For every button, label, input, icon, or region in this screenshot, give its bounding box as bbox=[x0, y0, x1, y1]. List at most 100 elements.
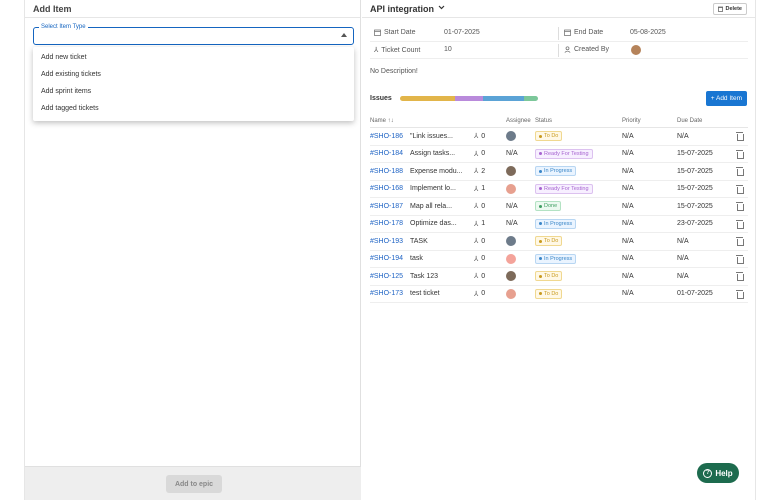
delete-row-button[interactable] bbox=[736, 286, 744, 303]
chevron-down-icon[interactable] bbox=[438, 5, 445, 12]
trash-icon bbox=[736, 219, 744, 229]
status-badge[interactable]: In Progress bbox=[535, 253, 577, 264]
status-badge[interactable]: Ready For Testing bbox=[535, 183, 593, 194]
assignee-avatar[interactable] bbox=[506, 131, 516, 142]
ticket-key-link[interactable]: #SHO-194 bbox=[370, 251, 403, 268]
table-row[interactable]: #SHO-194 task ⅄ 0 In Progress N/A N/A bbox=[370, 251, 748, 268]
assignee-avatar[interactable] bbox=[506, 288, 516, 299]
ticket-key-link[interactable]: #SHO-184 bbox=[370, 146, 403, 163]
table-row[interactable]: #SHO-125 Task 123 ⅄ 0 To Do N/A N/A bbox=[370, 268, 748, 286]
delete-button[interactable]: Delete bbox=[713, 3, 747, 15]
delete-row-button[interactable] bbox=[736, 216, 744, 233]
assignee-avatar[interactable] bbox=[506, 236, 516, 247]
ticket-key-link[interactable]: #SHO-125 bbox=[370, 268, 403, 285]
dropdown-option-new-ticket[interactable]: Add new ticket bbox=[33, 49, 354, 66]
delete-row-button[interactable] bbox=[736, 198, 744, 215]
help-icon: ? bbox=[703, 468, 713, 478]
delete-row-button[interactable] bbox=[736, 233, 744, 250]
assignee-avatar[interactable] bbox=[506, 253, 516, 264]
ticket-title[interactable]: Implement lo... bbox=[410, 181, 470, 198]
status-badge[interactable]: Ready For Testing bbox=[535, 148, 593, 159]
status-badge[interactable]: To Do bbox=[535, 271, 563, 282]
ticket-key-link[interactable]: #SHO-188 bbox=[370, 163, 403, 180]
table-row[interactable]: #SHO-173 test ticket ⅄ 0 To Do N/A 01-07… bbox=[370, 286, 748, 303]
delete-row-button[interactable] bbox=[736, 251, 744, 268]
add-to-epic-button[interactable]: Add to epic bbox=[166, 475, 222, 493]
ticket-title[interactable]: Map all rela... bbox=[410, 198, 470, 215]
ticket-key-link[interactable]: #SHO-168 bbox=[370, 181, 403, 198]
caret-up-icon[interactable] bbox=[341, 33, 347, 37]
ticket-key-link[interactable]: #SHO-178 bbox=[370, 216, 403, 233]
assignee-cell bbox=[506, 163, 516, 180]
status-cell: To Do bbox=[535, 233, 563, 250]
assignee-cell bbox=[506, 268, 516, 285]
status-cell: In Progress bbox=[535, 216, 577, 233]
delete-row-button[interactable] bbox=[736, 146, 744, 163]
assignee-cell bbox=[506, 128, 516, 145]
ticket-title[interactable]: "Link issues... bbox=[410, 128, 470, 145]
progress-segment bbox=[482, 96, 525, 101]
add-item-button[interactable]: + Add Item bbox=[705, 91, 747, 106]
priority-value: N/A bbox=[622, 237, 634, 245]
status-dot-icon bbox=[539, 239, 542, 243]
status-badge[interactable]: To Do bbox=[535, 236, 563, 247]
column-header-name[interactable]: Name ↑↓ bbox=[370, 114, 394, 127]
delete-row-button[interactable] bbox=[736, 163, 744, 180]
ticket-key-link[interactable]: #SHO-186 bbox=[370, 128, 403, 145]
dropdown-option-tagged-tickets[interactable]: Add tagged tickets bbox=[33, 100, 354, 117]
dropdown-option-existing-tickets[interactable]: Add existing tickets bbox=[33, 66, 354, 83]
assignee-value: N/A bbox=[506, 202, 518, 210]
status-label: To Do bbox=[544, 238, 559, 245]
ticket-title[interactable]: Expense modu... bbox=[410, 163, 470, 180]
assignee-avatar[interactable] bbox=[506, 166, 516, 177]
calendar-icon bbox=[374, 29, 381, 36]
panel-footer: Add to epic bbox=[25, 466, 361, 500]
status-dot-icon bbox=[539, 222, 542, 226]
ticket-key-link[interactable]: #SHO-193 bbox=[370, 233, 403, 250]
status-badge[interactable]: To Do bbox=[535, 131, 563, 142]
dropdown-option-sprint-items[interactable]: Add sprint items bbox=[33, 83, 354, 100]
ticket-title[interactable]: Assign tasks... bbox=[410, 146, 470, 163]
ticket-title[interactable]: Optimize das... bbox=[410, 216, 470, 233]
assignee-avatar[interactable] bbox=[506, 183, 516, 194]
trash-icon bbox=[736, 132, 744, 142]
help-button[interactable]: ? Help bbox=[697, 463, 739, 483]
subtask-count: ⅄ 0 bbox=[474, 146, 485, 163]
status-badge[interactable]: In Progress bbox=[535, 218, 577, 229]
ticket-key-link[interactable]: #SHO-173 bbox=[370, 286, 403, 303]
table-row[interactable]: #SHO-188 Expense modu... ⅄ 2 In Progress… bbox=[370, 163, 748, 181]
status-cell: In Progress bbox=[535, 251, 577, 268]
table-row[interactable]: #SHO-168 Implement lo... ⅄ 1 Ready For T… bbox=[370, 181, 748, 198]
status-badge[interactable]: To Do bbox=[535, 288, 563, 299]
status-badge[interactable]: In Progress bbox=[535, 166, 577, 177]
delete-row-button[interactable] bbox=[736, 181, 744, 198]
epic-title[interactable]: API integration bbox=[370, 4, 434, 14]
trash-icon bbox=[736, 289, 744, 299]
status-cell: Ready For Testing bbox=[535, 181, 593, 198]
assignee-cell: N/A bbox=[506, 198, 518, 215]
due-date-value: 15-07-2025 bbox=[677, 150, 713, 158]
ticket-title[interactable]: TASK bbox=[410, 233, 470, 250]
ticket-title[interactable]: test ticket bbox=[410, 286, 470, 303]
ticket-title[interactable]: Task 123 bbox=[410, 268, 470, 285]
table-row[interactable]: #SHO-187 Map all rela... ⅄ 0 N/A Done N/… bbox=[370, 198, 748, 216]
ticket-key-link[interactable]: #SHO-187 bbox=[370, 198, 403, 215]
status-label: Done bbox=[544, 203, 558, 210]
delete-row-button[interactable] bbox=[736, 128, 744, 145]
assignee-avatar[interactable] bbox=[506, 271, 516, 282]
table-row[interactable]: #SHO-193 TASK ⅄ 0 To Do N/A N/A bbox=[370, 233, 748, 251]
status-dot-icon bbox=[539, 204, 542, 208]
status-label: Ready For Testing bbox=[544, 185, 589, 192]
ticket-title[interactable]: task bbox=[410, 251, 470, 268]
priority-value: N/A bbox=[622, 202, 634, 210]
status-cell: To Do bbox=[535, 128, 563, 145]
item-type-select[interactable]: Select Item Type bbox=[33, 23, 354, 45]
delete-row-button[interactable] bbox=[736, 268, 744, 285]
table-row[interactable]: #SHO-178 Optimize das... ⅄ 1 N/A In Prog… bbox=[370, 216, 748, 233]
status-badge[interactable]: Done bbox=[535, 201, 562, 212]
table-row[interactable]: #SHO-184 Assign tasks... ⅄ 0 N/A Ready F… bbox=[370, 146, 748, 163]
creator-avatar[interactable] bbox=[631, 45, 641, 55]
table-row[interactable]: #SHO-186 "Link issues... ⅄ 0 To Do N/A N… bbox=[370, 128, 748, 146]
start-date-label-cell: Start Date bbox=[374, 29, 416, 36]
subtask-count: ⅄ 1 bbox=[474, 216, 485, 233]
